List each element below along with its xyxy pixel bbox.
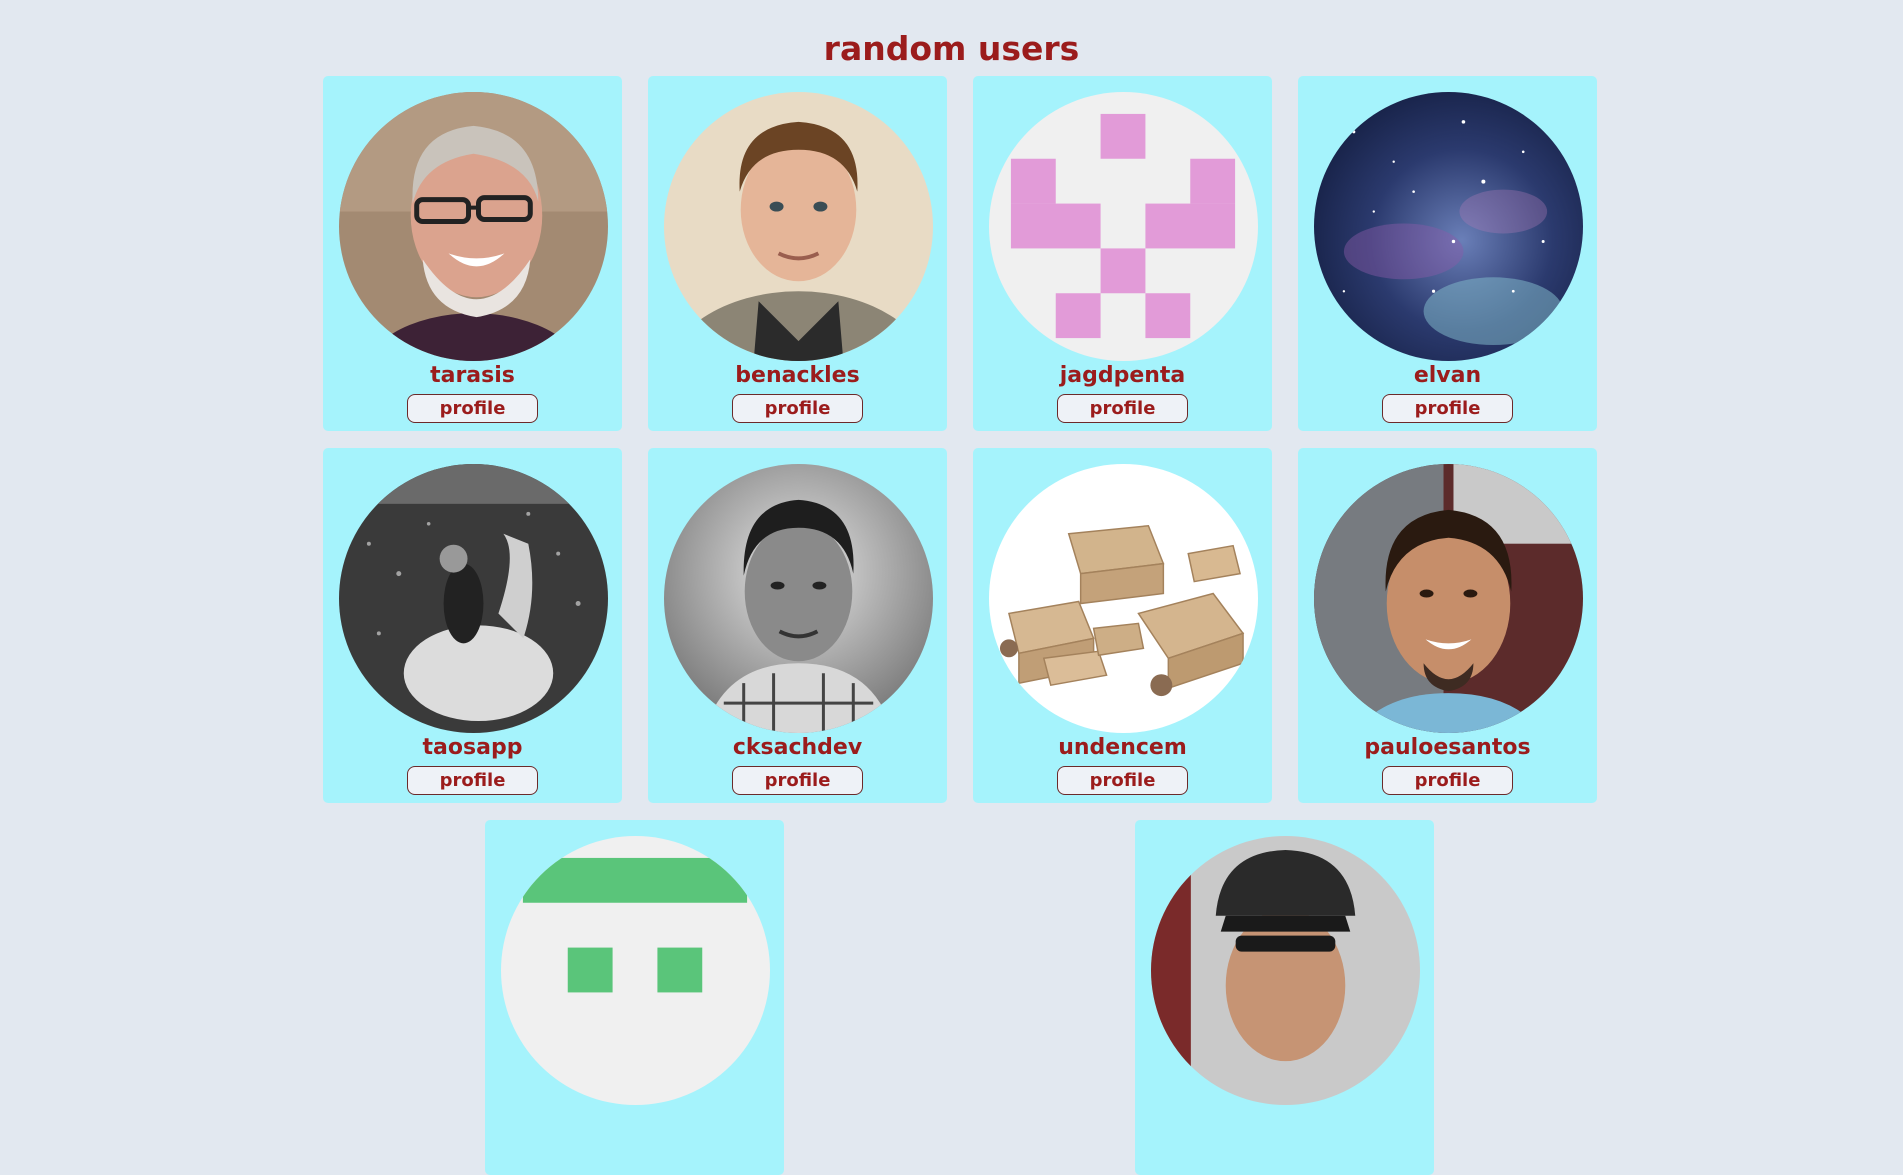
user-card: tarasis profile xyxy=(323,76,622,431)
avatar xyxy=(339,92,608,361)
profile-button[interactable]: profile xyxy=(1382,394,1513,423)
avatar-bw-portrait xyxy=(664,464,933,733)
username: pauloesantos xyxy=(1364,735,1531,760)
avatar xyxy=(989,464,1258,733)
username: elvan xyxy=(1413,363,1482,388)
avatar xyxy=(339,464,608,733)
user-card: benackles profile xyxy=(648,76,947,431)
username: undencem xyxy=(1058,735,1187,760)
username: jagdpenta xyxy=(1059,363,1186,388)
page-title: random users xyxy=(823,29,1080,68)
username: benackles xyxy=(735,363,860,388)
profile-button[interactable]: profile xyxy=(407,394,538,423)
username: tarasis xyxy=(430,363,515,388)
avatar xyxy=(1314,92,1583,361)
profile-button[interactable]: profile xyxy=(1382,766,1513,795)
avatar-green-identicon xyxy=(501,836,770,1105)
user-card xyxy=(1135,820,1434,1175)
avatar-cardboard-boxes xyxy=(989,464,1258,733)
avatar-pink-identicon xyxy=(989,92,1258,361)
avatar-photo-man-cap xyxy=(1151,836,1420,1105)
avatar xyxy=(664,464,933,733)
avatar xyxy=(989,92,1258,361)
username: taosapp xyxy=(422,735,523,760)
avatar-photo-smiling-man xyxy=(1314,464,1583,733)
profile-button[interactable]: profile xyxy=(1057,766,1188,795)
avatar xyxy=(501,836,770,1105)
avatar-photo-young-man xyxy=(664,92,933,361)
avatar xyxy=(1314,464,1583,733)
user-card: undencem profile xyxy=(973,448,1272,803)
avatar xyxy=(664,92,933,361)
avatar-bw-horse-rider xyxy=(339,464,608,733)
user-card: cksachdev profile xyxy=(648,448,947,803)
username: cksachdev xyxy=(732,735,863,760)
profile-button[interactable]: profile xyxy=(732,766,863,795)
avatar xyxy=(1151,836,1420,1105)
user-card: elvan profile xyxy=(1298,76,1597,431)
avatar-galaxy-image xyxy=(1314,92,1583,361)
profile-button[interactable]: profile xyxy=(407,766,538,795)
profile-button[interactable]: profile xyxy=(1057,394,1188,423)
user-card: taosapp profile xyxy=(323,448,622,803)
avatar-photo-laughing-man xyxy=(339,92,608,361)
user-card: pauloesantos profile xyxy=(1298,448,1597,803)
profile-button[interactable]: profile xyxy=(732,394,863,423)
user-card xyxy=(485,820,784,1175)
user-card: jagdpenta profile xyxy=(973,76,1272,431)
